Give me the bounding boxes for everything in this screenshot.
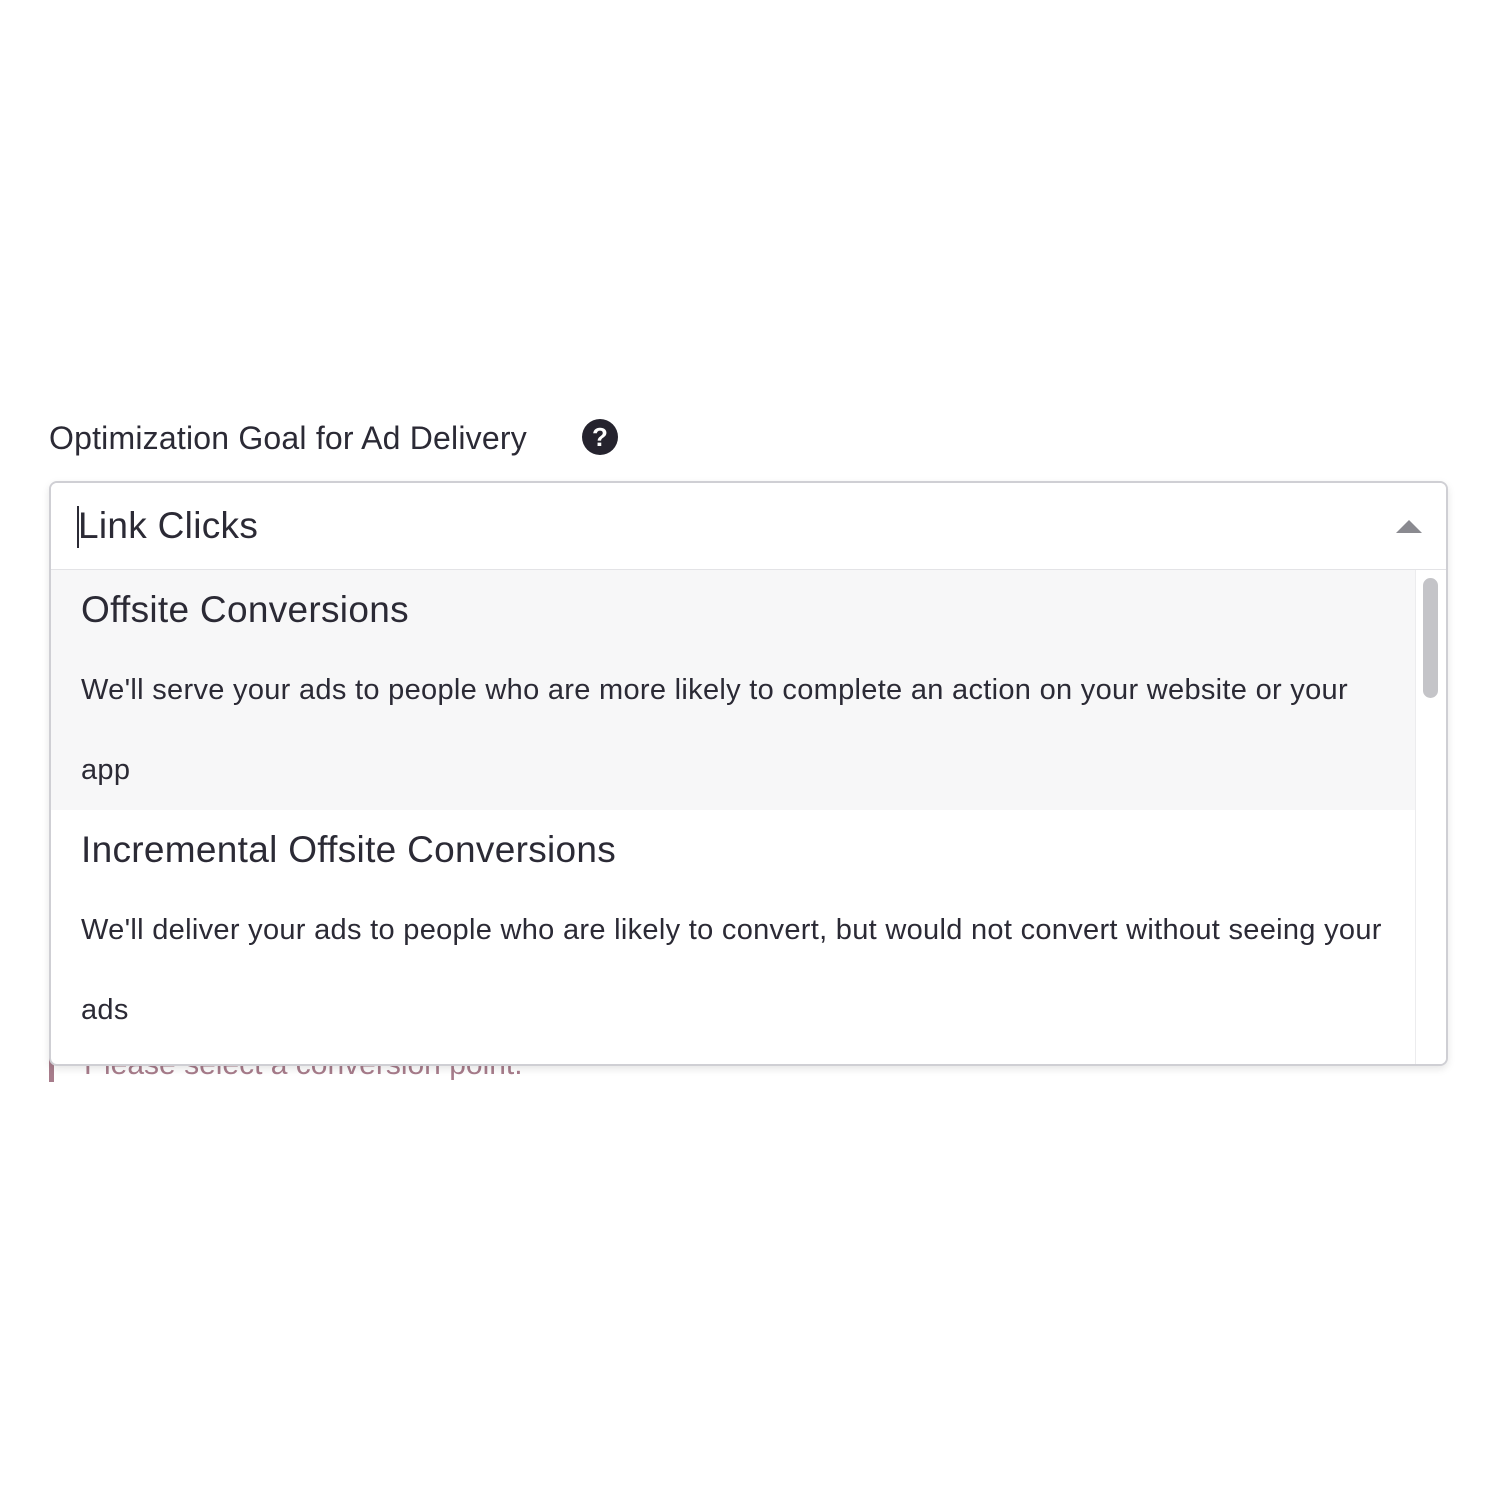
option-description: We'll serve your ads to people who are m… [81,674,1348,786]
option-offsite-conversions[interactable]: Offsite Conversions We'll serve your ads… [51,570,1416,810]
dropdown-menu: Offsite Conversions We'll serve your ads… [51,570,1416,1064]
selected-value[interactable]: Link Clicks [78,503,258,549]
optimization-goal-select[interactable]: Link Clicks Offsite Conversions We'll se… [49,481,1448,1066]
scrollbar-thumb[interactable] [1423,578,1438,698]
dropdown-scrollbar[interactable] [1415,570,1446,1064]
field-label: Optimization Goal for Ad Delivery [49,419,527,456]
option-title: Offsite Conversions [81,589,409,630]
option-incremental-offsite-conversions[interactable]: Incremental Offsite Conversions We'll de… [51,810,1416,1050]
option-description: We'll deliver your ads to people who are… [81,914,1382,1026]
option-title: Incremental Offsite Conversions [81,829,617,870]
chevron-up-icon[interactable] [1396,520,1422,533]
question-circle-icon[interactable]: ? [582,419,618,455]
select-control[interactable]: Link Clicks [51,483,1446,570]
